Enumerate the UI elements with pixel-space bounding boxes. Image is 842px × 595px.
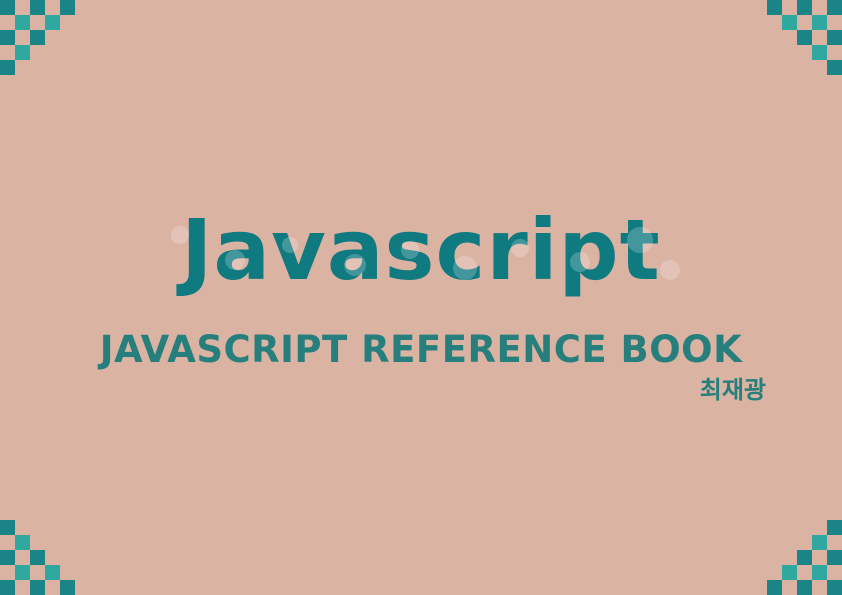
corner-pixel	[0, 60, 15, 75]
corner-pattern-bottom-left	[0, 500, 95, 595]
corner-pixel	[812, 45, 827, 60]
corner-pixel	[45, 565, 60, 580]
corner-pixel	[0, 0, 15, 15]
corner-pixel	[827, 520, 842, 535]
corner-pixel	[797, 30, 812, 45]
cover-author: 최재광	[699, 376, 766, 404]
corner-pattern-top-left	[0, 0, 95, 95]
corner-pattern-top-right	[747, 0, 842, 95]
corner-pixel	[0, 520, 15, 535]
corner-pixel	[15, 45, 30, 60]
corner-pixel	[30, 580, 45, 595]
corner-pixel	[812, 565, 827, 580]
corner-pixel	[30, 550, 45, 565]
corner-pixel	[812, 15, 827, 30]
corner-pixel	[30, 30, 45, 45]
corner-pixel	[0, 580, 15, 595]
corner-pixel	[797, 550, 812, 565]
corner-pixel	[827, 30, 842, 45]
corner-pixel	[45, 15, 60, 30]
corner-pixel	[767, 0, 782, 15]
corner-pixel	[782, 15, 797, 30]
corner-pixel	[782, 565, 797, 580]
cover-title: Javascript	[181, 201, 661, 299]
corner-pixel	[767, 580, 782, 595]
cover-subtitle: JAVASCRIPT REFERENCE BOOK	[99, 328, 743, 371]
corner-pattern-bottom-right	[747, 500, 842, 595]
corner-pixel	[15, 15, 30, 30]
corner-pixel	[0, 30, 15, 45]
corner-pixel	[827, 580, 842, 595]
corner-pixel	[15, 565, 30, 580]
corner-pixel	[812, 535, 827, 550]
corner-pixel	[60, 0, 75, 15]
corner-pixel	[827, 0, 842, 15]
corner-pixel	[0, 550, 15, 565]
corner-pixel	[827, 60, 842, 75]
corner-pixel	[30, 0, 45, 15]
corner-pixel	[15, 535, 30, 550]
corner-pixel	[797, 0, 812, 15]
corner-pixel	[797, 580, 812, 595]
corner-pixel	[827, 550, 842, 565]
corner-pixel	[60, 580, 75, 595]
